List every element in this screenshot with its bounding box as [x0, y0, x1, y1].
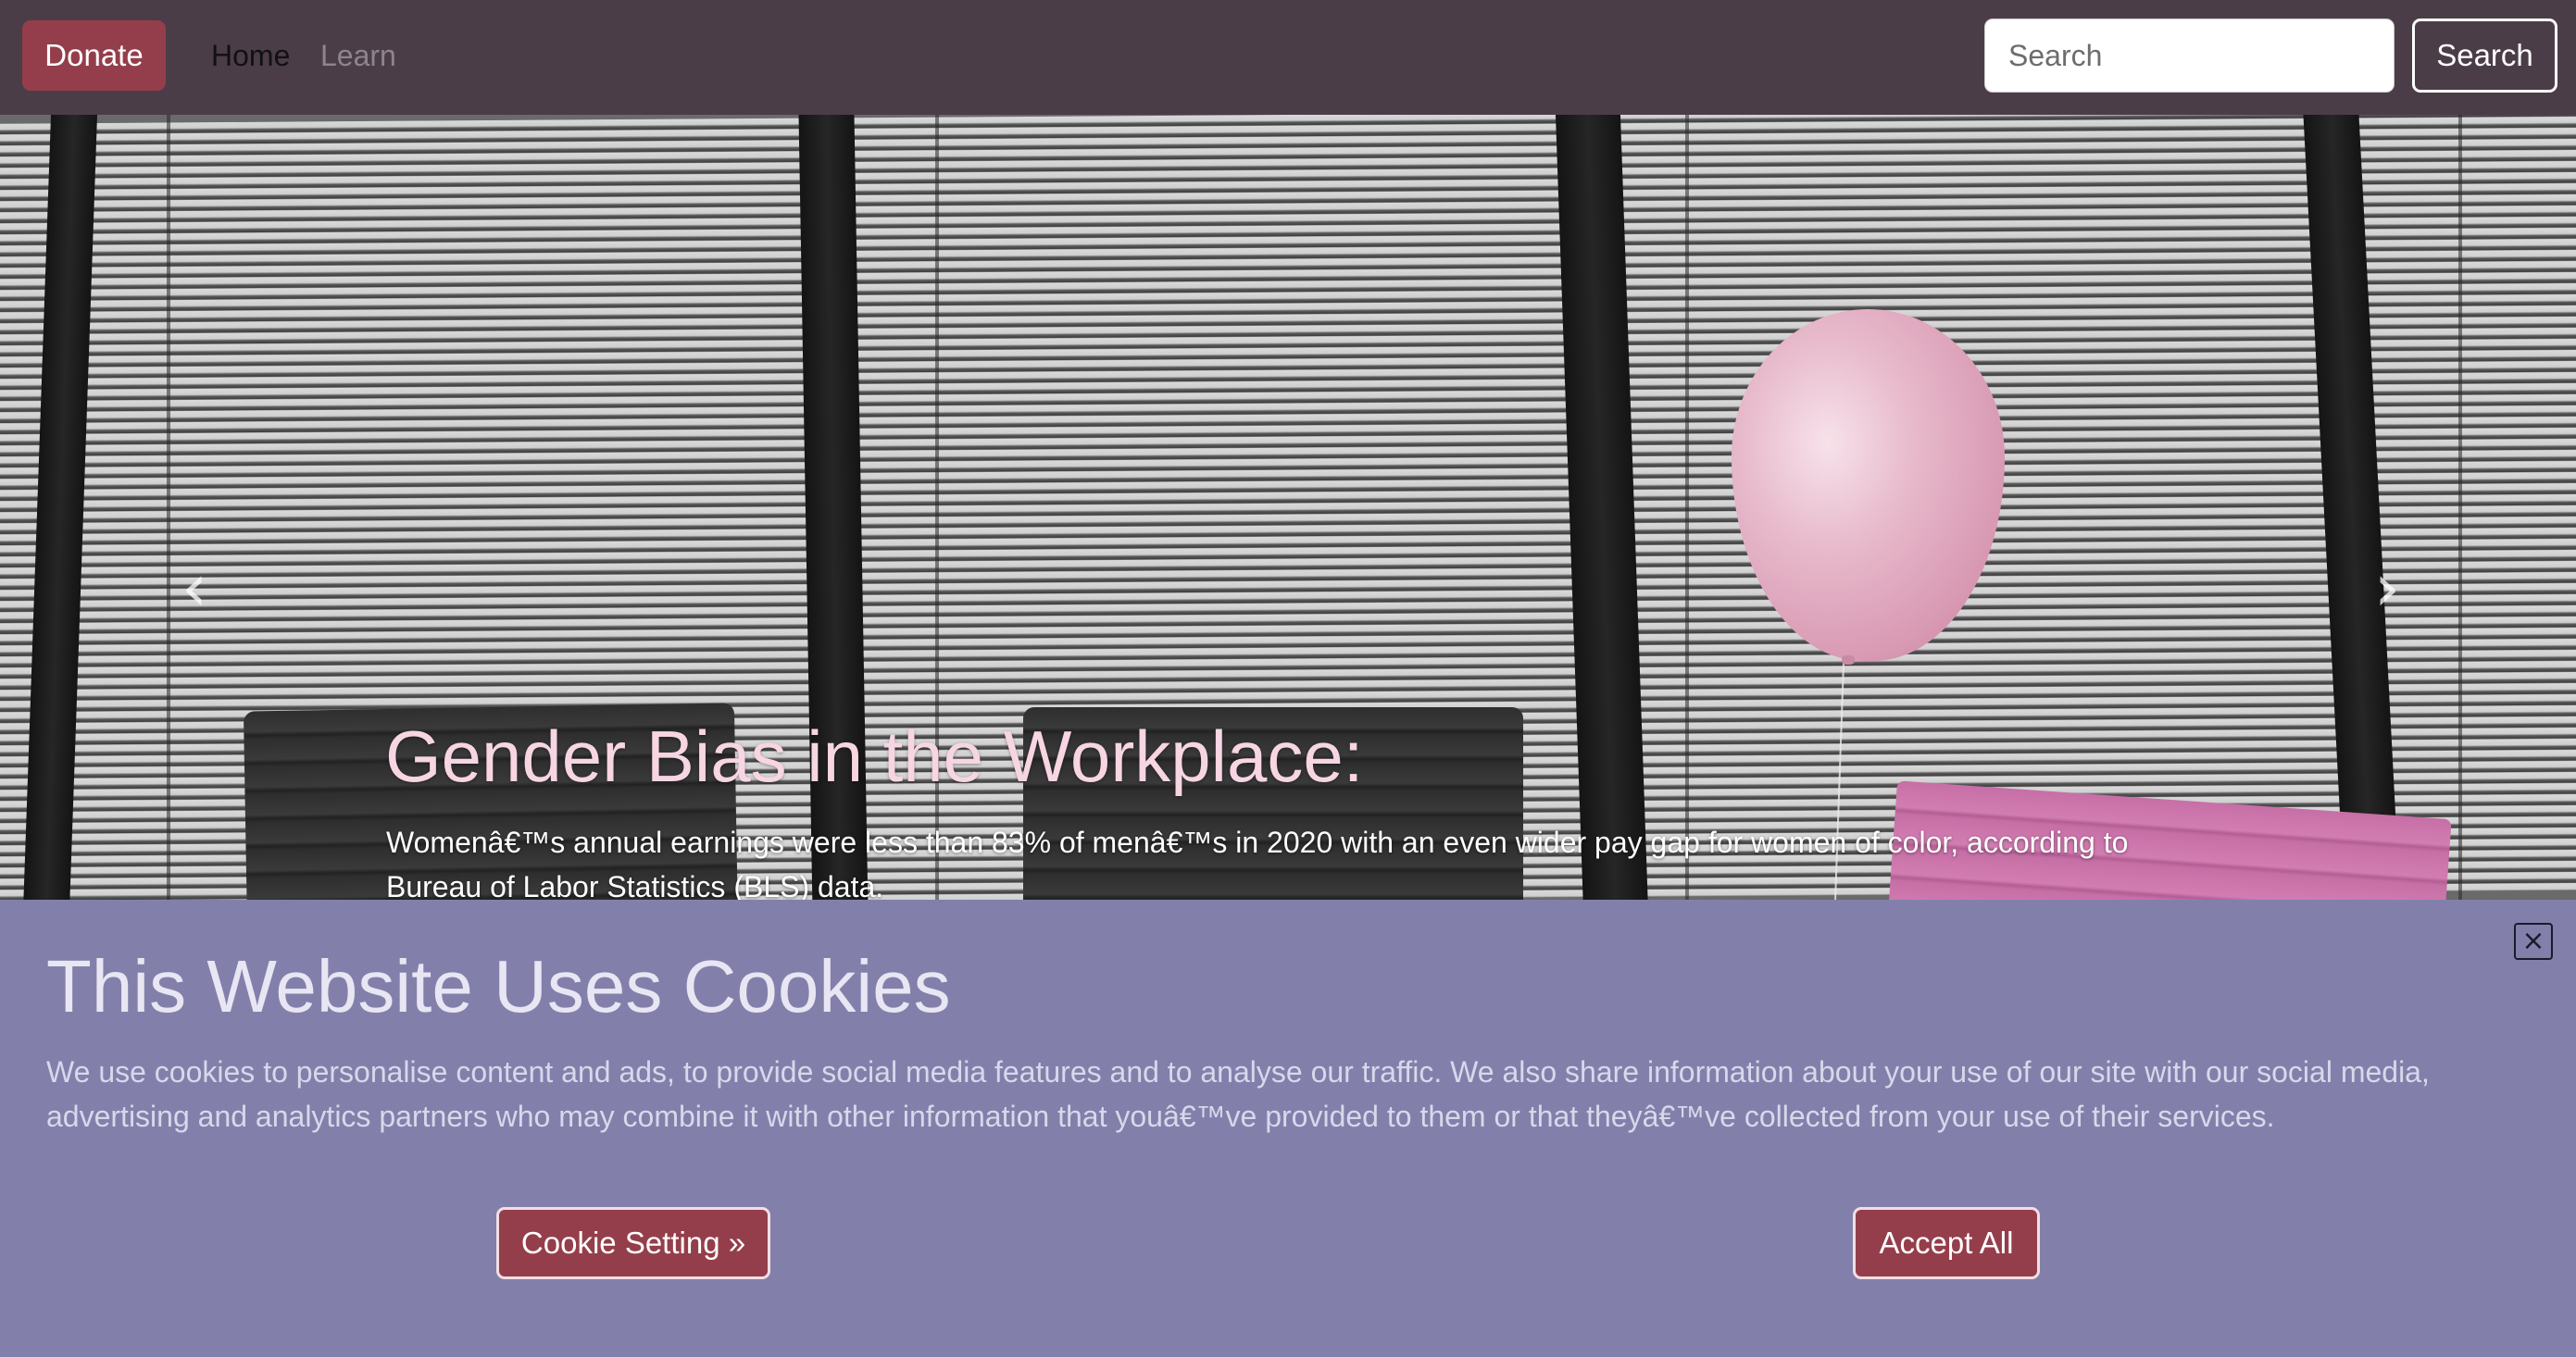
hero-text: Womenâ€™s annual earnings were less than… [386, 826, 2129, 903]
search-input[interactable] [1984, 19, 2395, 93]
navbar: Donate Home Learn Search [0, 0, 2576, 115]
chevron-left-icon[interactable]: ‹ [167, 555, 222, 620]
nav-link-learn[interactable]: Learn [320, 35, 396, 76]
cookie-banner-title: This Website Uses Cookies [46, 945, 951, 1027]
window-divider [2458, 115, 2462, 900]
cookie-banner-text: We use cookies to personalise content an… [46, 1055, 2430, 1133]
window-divider [1685, 115, 1689, 900]
window-divider [167, 115, 170, 900]
nav-link-home[interactable]: Home [211, 35, 290, 76]
balloon-knot [1842, 655, 1855, 665]
chevron-right-icon[interactable]: › [2359, 555, 2415, 620]
accept-all-button[interactable]: Accept All [1853, 1207, 2040, 1279]
cookie-setting-button[interactable]: Cookie Setting » [496, 1207, 770, 1279]
close-icon[interactable]: × [2514, 923, 2553, 960]
hero-title: Gender Bias in the Workplace: [385, 716, 1364, 797]
donate-button[interactable]: Donate [22, 20, 166, 91]
search-button[interactable]: Search [2412, 19, 2557, 93]
